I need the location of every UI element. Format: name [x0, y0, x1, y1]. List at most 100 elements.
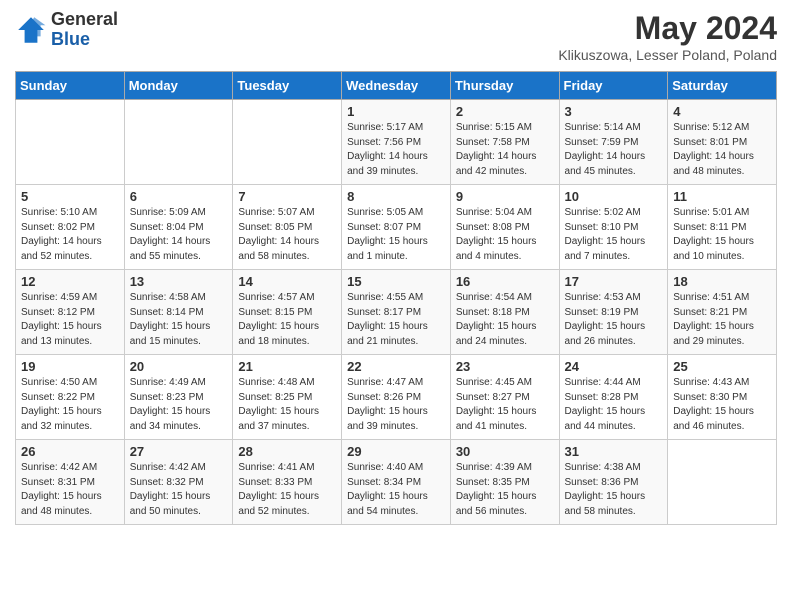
cell-info: Sunrise: 5:01 AMSunset: 8:11 PMDaylight:…	[673, 206, 771, 264]
calendar-cell: 9 Sunrise: 5:04 AMSunset: 8:08 PMDaylight…	[450, 185, 559, 270]
day-number: 29	[347, 444, 445, 459]
cell-info: Sunrise: 4:59 AMSunset: 8:12 PMDaylight:…	[21, 291, 119, 349]
cell-info: Sunrise: 4:45 AMSunset: 8:27 PMDaylight:…	[456, 376, 554, 434]
day-number: 9	[456, 189, 554, 204]
calendar-cell: 16 Sunrise: 4:54 AMSunset: 8:18 PMDayligh…	[450, 270, 559, 355]
day-number: 4	[673, 104, 771, 119]
cell-info: Sunrise: 5:14 AMSunset: 7:59 PMDaylight:…	[565, 121, 663, 179]
calendar-cell: 7 Sunrise: 5:07 AMSunset: 8:05 PMDaylight…	[233, 185, 342, 270]
day-number: 24	[565, 359, 663, 374]
calendar-cell: 17Sunrise: 4:53 AMSunset: 8:19 PMDayligh…	[559, 270, 668, 355]
calendar-cell: 23 Sunrise: 4:45 AMSunset: 8:27 PMDayligh…	[450, 355, 559, 440]
calendar-subtitle: Klikuszowa, Lesser Poland, Poland	[558, 47, 777, 63]
day-number: 17	[565, 274, 663, 289]
calendar-title: May 2024	[558, 10, 777, 47]
day-number: 28	[238, 444, 336, 459]
col-header-saturday: Saturday	[668, 72, 777, 100]
calendar-cell: 24 Sunrise: 4:44 AMSunset: 8:28 PMDayligh…	[559, 355, 668, 440]
calendar-cell: 3 Sunrise: 5:14 AMSunset: 7:59 PMDaylight…	[559, 100, 668, 185]
calendar-cell: 14 Sunrise: 4:57 AMSunset: 8:15 PMDayligh…	[233, 270, 342, 355]
day-number: 25	[673, 359, 771, 374]
day-number: 11	[673, 189, 771, 204]
calendar-cell: 18 Sunrise: 4:51 AMSunset: 8:21 PMDayligh…	[668, 270, 777, 355]
day-number: 5	[21, 189, 119, 204]
cell-info: Sunrise: 4:48 AMSunset: 8:25 PMDaylight:…	[238, 376, 336, 434]
cell-info: Sunrise: 4:44 AMSunset: 8:28 PMDaylight:…	[565, 376, 663, 434]
cell-info: Sunrise: 4:47 AMSunset: 8:26 PMDaylight:…	[347, 376, 445, 434]
calendar-cell: 10 Sunrise: 5:02 AMSunset: 8:10 PMDayligh…	[559, 185, 668, 270]
cell-info: Sunrise: 4:49 AMSunset: 8:23 PMDaylight:…	[130, 376, 228, 434]
calendar-cell: 5Sunrise: 5:10 AMSunset: 8:02 PMDaylight…	[16, 185, 125, 270]
calendar-header-row: SundayMondayTuesdayWednesdayThursdayFrid…	[16, 72, 777, 100]
cell-info: Sunrise: 5:09 AMSunset: 8:04 PMDaylight:…	[130, 206, 228, 264]
calendar-cell	[233, 100, 342, 185]
day-number: 6	[130, 189, 228, 204]
calendar-cell: 1Sunrise: 5:17 AMSunset: 7:56 PMDaylight…	[342, 100, 451, 185]
calendar-cell: 2 Sunrise: 5:15 AMSunset: 7:58 PMDaylight…	[450, 100, 559, 185]
day-number: 14	[238, 274, 336, 289]
cell-info: Sunrise: 5:15 AMSunset: 7:58 PMDaylight:…	[456, 121, 554, 179]
day-number: 20	[130, 359, 228, 374]
col-header-friday: Friday	[559, 72, 668, 100]
calendar-cell: 25 Sunrise: 4:43 AMSunset: 8:30 PMDayligh…	[668, 355, 777, 440]
cell-info: Sunrise: 5:05 AMSunset: 8:07 PMDaylight:…	[347, 206, 445, 264]
cell-info: Sunrise: 4:54 AMSunset: 8:18 PMDaylight:…	[456, 291, 554, 349]
calendar-cell: 15Sunrise: 4:55 AMSunset: 8:17 PMDayligh…	[342, 270, 451, 355]
calendar-cell: 4 Sunrise: 5:12 AMSunset: 8:01 PMDaylight…	[668, 100, 777, 185]
day-number: 30	[456, 444, 554, 459]
day-number: 22	[347, 359, 445, 374]
calendar-cell: 12 Sunrise: 4:59 AMSunset: 8:12 PMDayligh…	[16, 270, 125, 355]
calendar-cell: 21 Sunrise: 4:48 AMSunset: 8:25 PMDayligh…	[233, 355, 342, 440]
cell-info: Sunrise: 4:42 AMSunset: 8:31 PMDaylight:…	[21, 461, 119, 519]
day-number: 3	[565, 104, 663, 119]
cell-info: Sunrise: 5:04 AMSunset: 8:08 PMDaylight:…	[456, 206, 554, 264]
cell-info: Sunrise: 5:17 AMSunset: 7:56 PMDaylight:…	[347, 121, 445, 179]
day-number: 12	[21, 274, 119, 289]
day-number: 8	[347, 189, 445, 204]
cell-info: Sunrise: 5:12 AMSunset: 8:01 PMDaylight:…	[673, 121, 771, 179]
day-number: 16	[456, 274, 554, 289]
day-number: 13	[130, 274, 228, 289]
day-number: 26	[21, 444, 119, 459]
logo-icon	[15, 14, 47, 46]
calendar-cell	[16, 100, 125, 185]
day-number: 19	[21, 359, 119, 374]
title-block: May 2024 Klikuszowa, Lesser Poland, Pola…	[558, 10, 777, 63]
day-number: 7	[238, 189, 336, 204]
calendar-week-5: 26 Sunrise: 4:42 AMSunset: 8:31 PMDayligh…	[16, 440, 777, 525]
col-header-sunday: Sunday	[16, 72, 125, 100]
calendar-table: SundayMondayTuesdayWednesdayThursdayFrid…	[15, 71, 777, 525]
calendar-week-2: 5Sunrise: 5:10 AMSunset: 8:02 PMDaylight…	[16, 185, 777, 270]
day-number: 23	[456, 359, 554, 374]
cell-info: Sunrise: 4:42 AMSunset: 8:32 PMDaylight:…	[130, 461, 228, 519]
calendar-cell: 30 Sunrise: 4:39 AMSunset: 8:35 PMDayligh…	[450, 440, 559, 525]
calendar-cell: 29 Sunrise: 4:40 AMSunset: 8:34 PMDayligh…	[342, 440, 451, 525]
cell-info: Sunrise: 5:02 AMSunset: 8:10 PMDaylight:…	[565, 206, 663, 264]
calendar-cell: 27Sunrise: 4:42 AMSunset: 8:32 PMDayligh…	[124, 440, 233, 525]
calendar-cell: 13 Sunrise: 4:58 AMSunset: 8:14 PMDayligh…	[124, 270, 233, 355]
calendar-week-1: 1Sunrise: 5:17 AMSunset: 7:56 PMDaylight…	[16, 100, 777, 185]
cell-info: Sunrise: 5:07 AMSunset: 8:05 PMDaylight:…	[238, 206, 336, 264]
logo-blue-text: Blue	[51, 30, 118, 50]
page-header: General Blue May 2024 Klikuszowa, Lesser…	[15, 10, 777, 63]
cell-info: Sunrise: 4:41 AMSunset: 8:33 PMDaylight:…	[238, 461, 336, 519]
logo-general-text: General	[51, 10, 118, 30]
day-number: 2	[456, 104, 554, 119]
calendar-cell: 11 Sunrise: 5:01 AMSunset: 8:11 PMDayligh…	[668, 185, 777, 270]
calendar-cell	[124, 100, 233, 185]
calendar-week-3: 12 Sunrise: 4:59 AMSunset: 8:12 PMDayligh…	[16, 270, 777, 355]
col-header-tuesday: Tuesday	[233, 72, 342, 100]
day-number: 15	[347, 274, 445, 289]
day-number: 10	[565, 189, 663, 204]
cell-info: Sunrise: 4:51 AMSunset: 8:21 PMDaylight:…	[673, 291, 771, 349]
day-number: 21	[238, 359, 336, 374]
calendar-week-4: 19Sunrise: 4:50 AMSunset: 8:22 PMDayligh…	[16, 355, 777, 440]
cell-info: Sunrise: 4:40 AMSunset: 8:34 PMDaylight:…	[347, 461, 445, 519]
cell-info: Sunrise: 4:39 AMSunset: 8:35 PMDaylight:…	[456, 461, 554, 519]
day-number: 18	[673, 274, 771, 289]
calendar-cell	[668, 440, 777, 525]
calendar-cell: 6 Sunrise: 5:09 AMSunset: 8:04 PMDaylight…	[124, 185, 233, 270]
cell-info: Sunrise: 4:58 AMSunset: 8:14 PMDaylight:…	[130, 291, 228, 349]
cell-info: Sunrise: 4:57 AMSunset: 8:15 PMDaylight:…	[238, 291, 336, 349]
cell-info: Sunrise: 4:43 AMSunset: 8:30 PMDaylight:…	[673, 376, 771, 434]
